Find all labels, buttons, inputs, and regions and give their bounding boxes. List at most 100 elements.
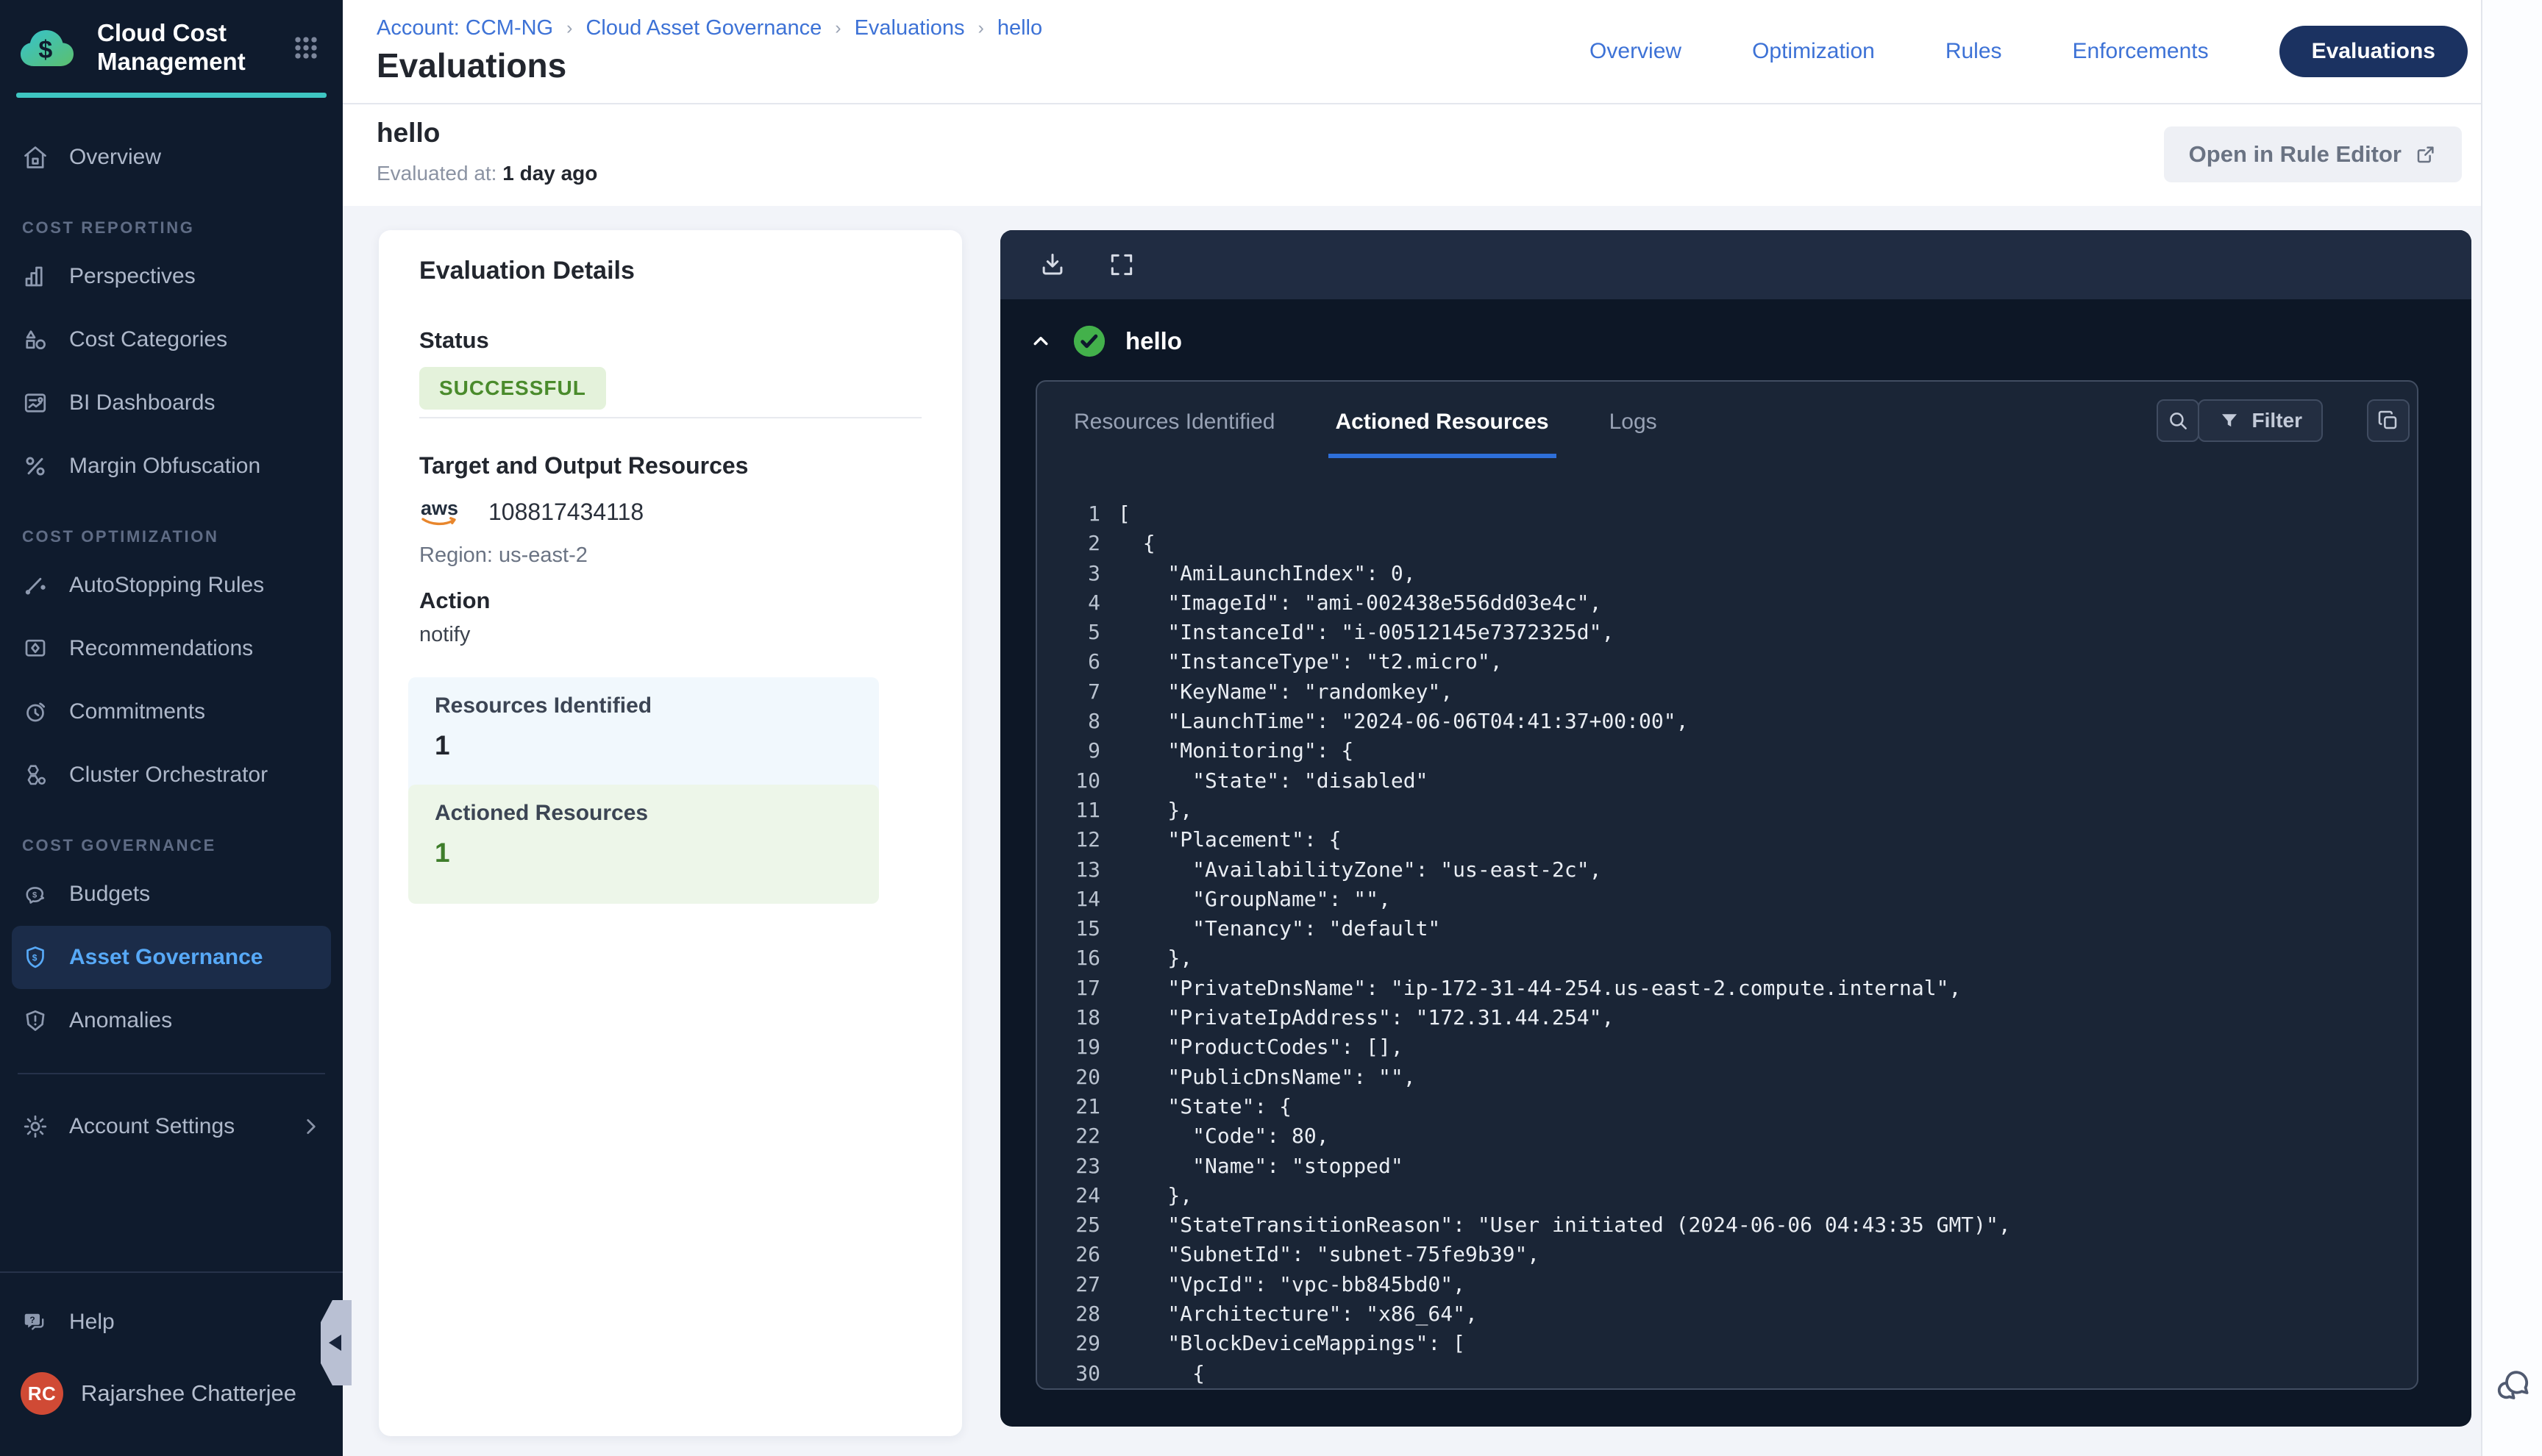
breadcrumb: Account: CCM-NG › Cloud Asset Governance… — [377, 16, 1042, 40]
code-line: 15 "Tenancy": "default" — [1037, 914, 2411, 943]
tab-actioned-resources[interactable]: Actioned Resources — [1328, 382, 1556, 458]
line-content: "StateTransitionReason": "User initiated… — [1100, 1210, 2011, 1240]
topnav-optimization[interactable]: Optimization — [1752, 39, 1875, 64]
stat-label: Resources Identified — [435, 693, 852, 718]
svg-text:$: $ — [38, 36, 52, 64]
topnav-overview[interactable]: Overview — [1589, 39, 1681, 64]
results-toolbar — [1000, 230, 2471, 299]
home-icon — [21, 144, 50, 171]
sidebar-item-asset-governance[interactable]: $ Asset Governance — [12, 926, 331, 989]
code-line: 12 "Placement": { — [1037, 825, 2411, 854]
code-line: 1[ — [1037, 499, 2411, 529]
code-line: 5 "InstanceId": "i-00512145e7372325d", — [1037, 618, 2411, 647]
code-line: 13 "AvailabilityZone": "us-east-2c", — [1037, 855, 2411, 885]
status-label: Status — [419, 327, 489, 354]
line-number: 23 — [1037, 1152, 1100, 1181]
line-number: 25 — [1037, 1210, 1100, 1240]
line-content: "Tenancy": "default" — [1100, 914, 1440, 943]
code-line: 22 "Code": 80, — [1037, 1121, 2411, 1151]
sidebar: $ Cloud Cost Management Overview — [0, 0, 343, 1456]
code-line: 10 "State": "disabled" — [1037, 766, 2411, 796]
code-line: 21 "State": { — [1037, 1092, 2411, 1121]
sidebar-item-budgets[interactable]: $ Budgets — [0, 863, 343, 926]
json-code-viewer[interactable]: 1[2 {3 "AmiLaunchIndex": 0,4 "ImageId": … — [1037, 499, 2411, 1384]
breadcrumb-link-account[interactable]: Account: CCM-NG — [377, 16, 553, 40]
action-label: Action — [419, 588, 490, 614]
breadcrumb-link-hello[interactable]: hello — [997, 16, 1042, 40]
topnav-enforcements[interactable]: Enforcements — [2073, 39, 2209, 64]
code-line: 8 "LaunchTime": "2024-06-06T04:41:37+00:… — [1037, 707, 2411, 736]
sidebar-item-label: Cluster Orchestrator — [69, 763, 268, 788]
sidebar-item-account-settings[interactable]: Account Settings — [0, 1095, 343, 1158]
tab-logs[interactable]: Logs — [1602, 382, 1665, 458]
copy-button[interactable] — [2367, 399, 2410, 442]
line-content: }, — [1100, 1181, 1192, 1210]
line-number: 29 — [1037, 1329, 1100, 1358]
topnav-rules[interactable]: Rules — [1945, 39, 2002, 64]
breadcrumb-link-evaluations[interactable]: Evaluations — [855, 16, 965, 40]
shield-dollar-icon: $ — [21, 944, 50, 971]
breadcrumb-separator: › — [978, 18, 984, 39]
autostopping-icon — [21, 572, 50, 599]
sidebar-item-overview[interactable]: Overview — [0, 126, 343, 189]
sidebar-item-label: Commitments — [69, 699, 205, 724]
line-content: "BlockDeviceMappings": [ — [1100, 1329, 1465, 1358]
line-content: { — [1100, 1359, 1205, 1388]
sidebar-item-perspectives[interactable]: Perspectives — [0, 245, 343, 308]
evaluation-row: hello — [1000, 299, 2471, 358]
line-number: 11 — [1037, 796, 1100, 825]
search-button[interactable] — [2157, 399, 2199, 442]
line-content: "AvailabilityZone": "us-east-2c", — [1100, 855, 1601, 885]
evaluation-name: hello — [1125, 327, 1182, 355]
line-number: 18 — [1037, 1003, 1100, 1032]
filter-label: Filter — [2252, 409, 2302, 432]
sidebar-item-commitments[interactable]: Commitments — [0, 680, 343, 743]
results-tabs: Resources Identified Actioned Resources … — [1067, 382, 1665, 458]
chevron-right-icon — [299, 1115, 322, 1138]
right-rail — [2481, 0, 2542, 1456]
line-content: }, — [1100, 943, 1192, 973]
sidebar-item-bi-dashboards[interactable]: BI Dashboards — [0, 371, 343, 435]
action-value: notify — [419, 623, 470, 647]
funnel-icon — [2218, 410, 2240, 432]
chevron-up-icon[interactable] — [1028, 329, 1053, 354]
section-label-cost-optimization: COST OPTIMIZATION — [0, 527, 343, 546]
code-line: 9 "Monitoring": { — [1037, 736, 2411, 766]
collapse-left-arrow-icon — [321, 1335, 341, 1351]
sidebar-item-margin-obfuscation[interactable]: Margin Obfuscation — [0, 435, 343, 498]
sidebar-item-recommendations[interactable]: Recommendations — [0, 617, 343, 680]
user-profile[interactable]: RC Rajarshee Chatterjee — [0, 1355, 343, 1432]
line-content: "Architecture": "x86_64", — [1100, 1299, 1478, 1329]
download-icon[interactable] — [1039, 251, 1067, 279]
shapes-icon — [21, 326, 50, 353]
open-in-rule-editor-button[interactable]: Open in Rule Editor — [2164, 126, 2462, 182]
line-content: "InstanceId": "i-00512145e7372325d", — [1100, 618, 1614, 647]
page-header: Account: CCM-NG › Cloud Asset Governance… — [343, 0, 2481, 104]
avatar: RC — [21, 1372, 63, 1415]
filter-button[interactable]: Filter — [2198, 399, 2323, 442]
line-number: 8 — [1037, 707, 1100, 736]
line-number: 21 — [1037, 1092, 1100, 1121]
search-icon — [2166, 409, 2190, 432]
line-number: 27 — [1037, 1270, 1100, 1299]
fullscreen-icon[interactable] — [1108, 251, 1136, 279]
sidebar-item-autostopping-rules[interactable]: AutoStopping Rules — [0, 554, 343, 617]
line-content: "State": "disabled" — [1100, 766, 1428, 796]
section-label-cost-governance: COST GOVERNANCE — [0, 836, 343, 855]
tab-resources-identified[interactable]: Resources Identified — [1067, 382, 1283, 458]
sidebar-item-label: Cost Categories — [69, 327, 227, 352]
app-root: $ Cloud Cost Management Overview — [0, 0, 2542, 1456]
target-resources-label: Target and Output Resources — [419, 452, 748, 479]
sidebar-item-anomalies[interactable]: Anomalies — [0, 989, 343, 1052]
sidebar-item-help[interactable]: ? Help — [0, 1289, 343, 1355]
sidebar-item-cluster-orchestrator[interactable]: Cluster Orchestrator — [0, 743, 343, 807]
sidebar-item-cost-categories[interactable]: Cost Categories — [0, 308, 343, 371]
success-check-icon — [1072, 324, 1106, 358]
code-line: 30 { — [1037, 1359, 2411, 1388]
breadcrumb-link-cloud-asset-governance[interactable]: Cloud Asset Governance — [585, 16, 822, 40]
feedback-chat-icon[interactable] — [2494, 1366, 2534, 1406]
section-label-cost-reporting: COST REPORTING — [0, 218, 343, 238]
topnav-evaluations-active[interactable]: Evaluations — [2279, 26, 2468, 77]
line-number: 30 — [1037, 1359, 1100, 1388]
app-grid-icon[interactable] — [290, 32, 322, 64]
